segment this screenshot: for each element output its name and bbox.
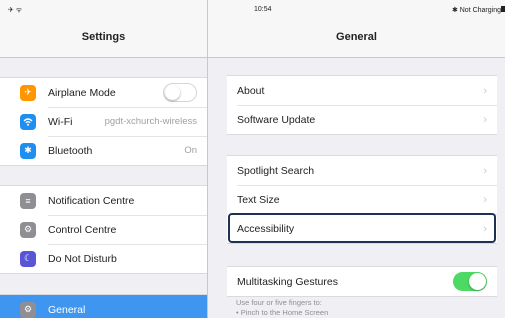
chevron-right-icon: › (483, 84, 487, 97)
footnote-line: Use four or five fingers to: (236, 298, 322, 307)
about-row[interactable]: About › (227, 76, 497, 105)
wifi-icon (20, 113, 36, 130)
bluetooth-icon: ✱ (20, 142, 36, 159)
wifi-label: Wi-Fi (48, 115, 73, 128)
general-group: ⚙ General (0, 294, 207, 318)
battery-icon (501, 6, 505, 12)
bluetooth-row[interactable]: ✱ Bluetooth On (0, 136, 207, 165)
about-group: About › Software Update › (227, 75, 497, 135)
general-detail-pane: 10:54 ✱ Not Charging General About › Sof… (208, 0, 505, 318)
airplane-mode-toggle[interactable] (163, 83, 197, 102)
spotlight-search-label: Spotlight Search (237, 164, 315, 177)
chevron-right-icon: › (483, 193, 487, 206)
do-not-disturb-row[interactable]: ☾ Do Not Disturb (0, 244, 207, 273)
multitasking-gestures-toggle[interactable] (453, 272, 487, 291)
wifi-network-value: pgdt-xchurch-wireless (104, 116, 197, 127)
airplane-mode-row[interactable]: ✈ Airplane Mode (0, 78, 207, 107)
detail-title: General (336, 31, 377, 43)
moon-icon: ☾ (20, 250, 36, 267)
software-update-label: Software Update (237, 113, 316, 126)
control-centre-label: Control Centre (48, 223, 117, 236)
accessibility-highlight-box (228, 213, 496, 243)
master-title: Settings (81, 31, 126, 43)
chevron-right-icon: › (483, 113, 487, 126)
general-row[interactable]: ⚙ General (0, 295, 207, 318)
multitasking-gestures-label: Multitasking Gestures (237, 275, 338, 288)
status-charging: ✱ Not Charging (451, 7, 501, 14)
bluetooth-value: On (184, 145, 197, 156)
detail-nav-bar: 10:54 ✱ Not Charging General (208, 0, 505, 58)
gear-icon: ⚙ (20, 301, 36, 318)
general-label: General (48, 303, 86, 316)
settings-master-pane: ✈ ᯤ Settings ✈ Airplane Mode Wi-Fi pgdt-… (0, 0, 208, 318)
text-size-row[interactable]: Text Size › (227, 185, 497, 214)
text-size-label: Text Size (237, 193, 280, 206)
status-time: 10:54 (254, 6, 272, 13)
master-nav-bar: ✈ ᯤ Settings (0, 0, 207, 58)
about-label: About (237, 84, 265, 97)
chevron-right-icon: › (483, 164, 487, 177)
multitasking-group: Multitasking Gestures (227, 266, 497, 297)
notification-centre-label: Notification Centre (48, 194, 135, 207)
notification-centre-row[interactable]: ≡ Notification Centre (0, 186, 207, 215)
spotlight-search-row[interactable]: Spotlight Search › (227, 156, 497, 185)
notifications-group: ≡ Notification Centre ⚙ Control Centre ☾… (0, 185, 207, 274)
connectivity-group: ✈ Airplane Mode Wi-Fi pgdt-xchurch-wirel… (0, 77, 207, 166)
do-not-disturb-label: Do Not Disturb (48, 252, 117, 265)
status-signal-icons: ✈ ᯤ (8, 7, 23, 14)
software-update-row[interactable]: Software Update › (227, 105, 497, 134)
control-centre-icon: ⚙ (20, 221, 36, 238)
wifi-row[interactable]: Wi-Fi pgdt-xchurch-wireless (0, 107, 207, 136)
bluetooth-label: Bluetooth (48, 144, 93, 157)
airplane-mode-label: Airplane Mode (48, 86, 116, 99)
multitasking-footnote: Use four or five fingers to: • Pinch to … (236, 298, 328, 318)
notification-icon: ≡ (20, 192, 36, 209)
multitasking-gestures-row: Multitasking Gestures (227, 267, 497, 296)
footnote-line: • Pinch to the Home Screen (236, 308, 329, 317)
control-centre-row[interactable]: ⚙ Control Centre (0, 215, 207, 244)
airplane-icon: ✈ (20, 84, 36, 101)
